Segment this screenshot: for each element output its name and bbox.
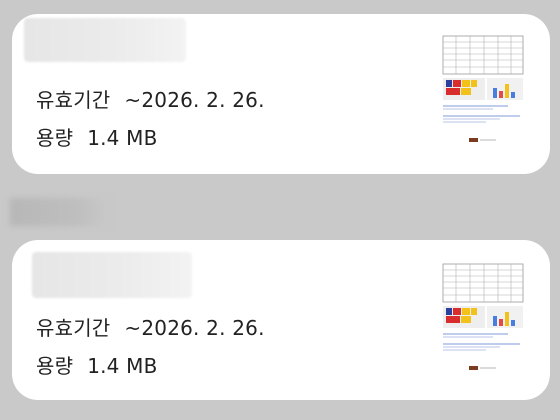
validity-value: ~2026. 2. 26. (124, 316, 265, 340)
size-row: 용량 1.4 MB (36, 122, 158, 151)
size-label: 용량 (36, 354, 74, 378)
validity-row: 유효기간 ~2026. 2. 26. (36, 312, 265, 341)
size-label: 용량 (36, 126, 74, 150)
size-value: 1.4 MB (87, 354, 158, 378)
file-card[interactable]: 유효기간 ~2026. 2. 26. 용량 1.4 MB (12, 240, 550, 400)
validity-value: ~2026. 2. 26. (124, 88, 265, 112)
redacted-title (24, 18, 186, 62)
document-thumbnail-icon[interactable] (438, 256, 528, 376)
document-thumbnail-icon[interactable] (438, 28, 528, 148)
size-value: 1.4 MB (87, 126, 158, 150)
redacted-title (32, 252, 192, 298)
validity-label: 유효기간 (36, 88, 111, 112)
size-row: 용량 1.4 MB (36, 350, 158, 379)
validity-row: 유효기간 ~2026. 2. 26. (36, 84, 265, 113)
file-card[interactable]: 유효기간 ~2026. 2. 26. 용량 1.4 MB (12, 14, 550, 174)
validity-label: 유효기간 (36, 316, 111, 340)
redacted-section-header (10, 198, 110, 226)
